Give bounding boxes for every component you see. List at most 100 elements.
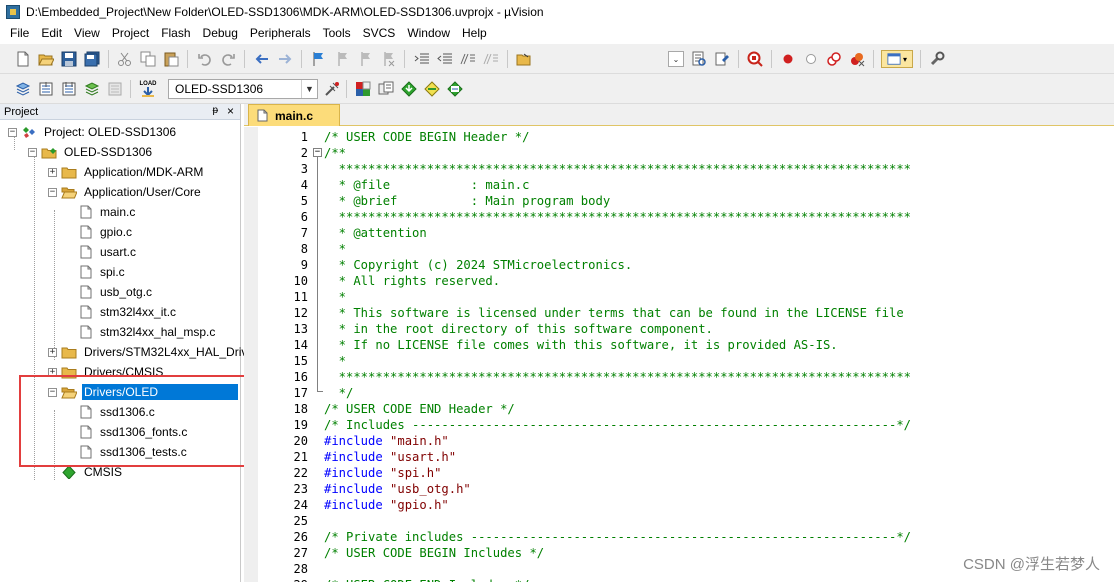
target-options-icon[interactable] [323,80,341,98]
configure-tools-icon[interactable] [928,50,946,68]
download-icon[interactable]: LOAD [139,80,157,98]
open-file-icon[interactable] [37,50,55,68]
disable-all-breakpoints-icon[interactable] [825,50,843,68]
menu-debug[interactable]: Debug [197,23,244,44]
menu-peripherals[interactable]: Peripherals [244,23,317,44]
code-text: * [324,242,347,256]
prev-bookmark-icon[interactable] [333,50,351,68]
debug-session-icon[interactable] [746,50,764,68]
code-text: * Copyright (c) 2024 STMicroelectronics. [324,258,633,272]
fold-collapse-icon[interactable]: − [313,148,322,157]
tree-item-application-user-core[interactable]: − Application/User/Core [48,182,203,202]
unindent-icon[interactable] [436,50,454,68]
tree-item-project-oled-ssd1306[interactable]: − Project: OLED-SSD1306 [8,122,178,142]
collapse-icon[interactable]: − [8,127,17,137]
translate-icon[interactable] [14,80,32,98]
tree-item-label: usb_otg.c [100,285,153,299]
kill-all-breakpoints-icon[interactable] [848,50,866,68]
line-number: 17 [293,386,308,400]
code-text: * All rights reserved. [324,274,501,288]
c-file-icon [80,305,92,319]
bookmark-icon[interactable] [310,50,328,68]
line-number: 29 [258,577,310,582]
breakpoint-gutter[interactable] [244,127,258,582]
tree-item-usb-otg-c[interactable]: usb_otg.c [80,282,154,302]
tree-item-stm32l4xx-hal-msp-c[interactable]: stm32l4xx_hal_msp.c [80,322,217,342]
incremental-find-icon[interactable] [690,50,708,68]
find-combo-arrow-icon[interactable]: ⌄ [668,51,684,67]
menu-help[interactable]: Help [456,23,493,44]
expand-icon[interactable]: + [48,167,57,177]
code-editor[interactable]: 1 2 3 4 5 6 7 8 9 10 11 12 13 14 15 16 17 18 19 20 21 22 23 24 2… [244,127,1114,582]
tree-item-gpio-c[interactable]: gpio.c [80,222,134,242]
preprocessor-directive: #include [324,498,383,512]
tree-item-usart-c[interactable]: usart.c [80,242,138,262]
tree-item-application-mdk-arm[interactable]: + Application/MDK-ARM [48,162,205,182]
window-layout-dropdown-icon[interactable]: ▾ [881,50,913,68]
manage-project-items-icon[interactable] [354,80,372,98]
copy-icon[interactable] [139,50,157,68]
pin-icon[interactable]: ᵽ [212,105,218,116]
line-number: 14 [293,338,308,352]
enable-breakpoint-icon[interactable] [802,50,820,68]
code-text: /** [324,146,347,160]
line-number: 16 [293,370,308,384]
manage-rte-icon[interactable] [423,80,441,98]
cut-icon[interactable] [116,50,134,68]
code-text: * @brief : Main program body [324,194,611,208]
batch-build-icon[interactable] [83,80,101,98]
redo-icon[interactable] [219,50,237,68]
code-text: ****************************************… [324,370,911,384]
menu-view[interactable]: View [68,23,106,44]
rebuild-icon[interactable] [60,80,78,98]
line-number: 28 [293,562,308,576]
save-all-icon[interactable] [83,50,101,68]
tab-main-c[interactable]: main.c [248,104,340,126]
include-path: "gpio.h" [382,498,449,512]
stop-build-icon[interactable] [106,80,124,98]
clear-bookmarks-icon[interactable] [379,50,397,68]
menu-tools[interactable]: Tools [317,23,357,44]
tree-item-label: Drivers/STM32L4xx_HAL_Driv [84,345,248,359]
expand-icon[interactable]: + [48,347,57,357]
new-file-icon[interactable] [14,50,32,68]
collapse-icon[interactable]: − [48,187,57,197]
menu-project[interactable]: Project [106,23,155,44]
build-icon[interactable] [37,80,55,98]
replace-icon[interactable] [713,50,731,68]
pack-installer-icon[interactable] [400,80,418,98]
menu-svcs[interactable]: SVCS [357,23,402,44]
tree-item-stm32l4xx-it-c[interactable]: stm32l4xx_it.c [80,302,178,322]
collapse-icon[interactable]: − [28,147,37,157]
navigate-back-icon[interactable] [253,50,271,68]
save-icon[interactable] [60,50,78,68]
tree-item-spi-c[interactable]: spi.c [80,262,127,282]
uncomment-icon[interactable] [482,50,500,68]
menu-file[interactable]: File [4,23,35,44]
next-bookmark-icon[interactable] [356,50,374,68]
select-software-packs-icon[interactable] [446,80,464,98]
comment-icon[interactable] [459,50,477,68]
line-number: 6 [300,210,308,224]
menu-flash[interactable]: Flash [155,23,196,44]
undo-icon[interactable] [196,50,214,68]
indent-icon[interactable] [413,50,431,68]
insert-breakpoint-icon[interactable] [779,50,797,68]
select-packs-icon[interactable] [377,80,395,98]
tree-item-drivers-stm32l4xx-hal-driv[interactable]: + Drivers/STM32L4xx_HAL_Driv [48,342,249,362]
find-in-files-icon[interactable] [515,50,533,68]
close-icon[interactable]: × [227,104,234,118]
navigate-forward-icon[interactable] [276,50,294,68]
target-select[interactable]: OLED-SSD1306 ▼ [168,79,318,99]
file-icon [257,109,268,122]
tree-item-main-c[interactable]: main.c [80,202,137,222]
code-text: /* Private includes --------------------… [324,530,911,544]
project-panel-title: Project [4,105,39,118]
paste-icon[interactable] [162,50,180,68]
chevron-down-icon[interactable]: ▼ [301,80,317,98]
menu-window[interactable]: Window [401,23,456,44]
preprocessor-directive: #include [324,482,383,496]
code-area[interactable]: /* USER CODE BEGIN Header *//** ********… [310,127,1114,582]
menu-edit[interactable]: Edit [35,23,68,44]
tree-item-oled-ssd1306[interactable]: − OLED-SSD1306 [28,142,154,162]
